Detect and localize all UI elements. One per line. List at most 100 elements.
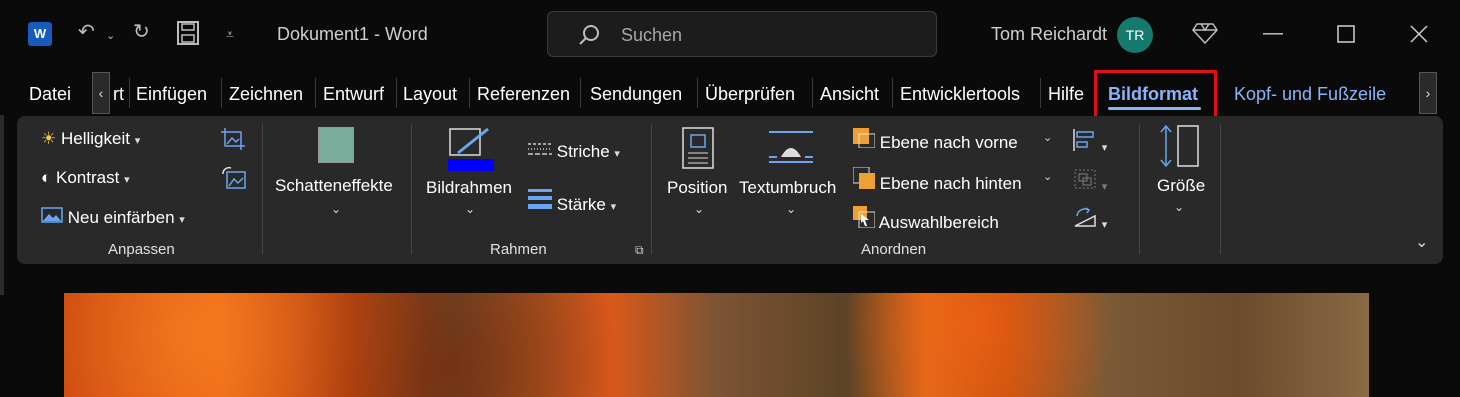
auswahlbereich-label: Auswahlbereich (878, 213, 999, 232)
tab-datei[interactable]: Datei (29, 84, 71, 105)
save-icon[interactable] (177, 21, 199, 49)
chevron-down-icon[interactable]: ⌄ (331, 202, 341, 216)
position-button[interactable]: Position (667, 178, 727, 198)
tab-divider (315, 78, 316, 108)
group-objects-icon[interactable]: ▾ (1073, 168, 1107, 195)
search-box[interactable]: Suchen (547, 11, 937, 57)
tab-kopf-und-fusszeile[interactable]: Kopf- und Fußzeile (1234, 84, 1386, 105)
tab-divider (221, 78, 222, 108)
tab-start-partial[interactable]: rt (113, 84, 124, 105)
user-name[interactable]: Tom Reichardt (991, 24, 1107, 45)
group-divider (1139, 124, 1140, 254)
align-icon[interactable]: ▾ (1073, 129, 1107, 156)
striche-label: Striche (556, 142, 610, 161)
chevron-down-icon: ▾ (614, 148, 620, 160)
groesse-button[interactable]: Größe (1157, 176, 1205, 196)
chevron-down-icon: ▾ (134, 135, 141, 147)
striche-button[interactable]: Striche ▾ (528, 141, 620, 162)
kontrast-button[interactable]: ◐ Kontrast ▾ (41, 168, 130, 188)
chevron-down-icon[interactable]: ⌄ (694, 202, 704, 216)
tab-referenzen[interactable]: Referenzen (477, 84, 570, 105)
tab-divider (396, 78, 397, 108)
tab-hilfe[interactable]: Hilfe (1048, 84, 1084, 105)
neu-einfaerben-label: Neu einfärben (67, 208, 175, 227)
schatteneffekte-button[interactable]: Schatteneffekte (275, 176, 393, 196)
tab-einfuegen[interactable]: Einfügen (136, 84, 207, 105)
neu-einfaerben-button[interactable]: Neu einfärben ▾ (41, 207, 185, 228)
group-label-anpassen: Anpassen (108, 241, 175, 258)
group-divider (262, 124, 263, 254)
chevron-down-icon[interactable]: ⌄ (786, 202, 796, 216)
tab-divider (469, 78, 470, 108)
wrap-text-icon[interactable] (769, 129, 813, 170)
document-picture[interactable] (64, 293, 1369, 397)
tab-zeichnen[interactable]: Zeichnen (229, 84, 303, 105)
tab-divider (129, 78, 130, 108)
chevron-down-icon: ▾ (179, 214, 185, 226)
undo-dropdown-icon[interactable]: ⌄ (106, 26, 115, 46)
group-divider (411, 124, 412, 254)
helligkeit-button[interactable]: ☀ Helligkeit ▾ (41, 129, 140, 149)
minimize-icon[interactable]: — (1263, 22, 1283, 45)
tab-bildformat[interactable]: Bildformat (1108, 84, 1198, 105)
shadow-effects-icon[interactable] (318, 127, 354, 163)
maximize-icon[interactable] (1337, 25, 1355, 48)
textumbruch-button[interactable]: Textumbruch (739, 178, 836, 198)
tab-ueberpruefen[interactable]: Überprüfen (705, 84, 795, 105)
tab-divider (1040, 78, 1041, 108)
dashes-icon (528, 142, 557, 161)
tab-scroll-left-button[interactable]: ‹ (92, 72, 110, 114)
chevron-down-icon: ▾ (1101, 142, 1108, 154)
chevron-down-icon[interactable]: ⌄ (465, 202, 475, 216)
tab-divider (697, 78, 698, 108)
tab-sendungen[interactable]: Sendungen (590, 84, 682, 105)
contrast-icon: ◐ (41, 168, 52, 187)
customize-qat-icon[interactable]: ⩡ (226, 24, 234, 44)
staerke-label: Stärke (556, 195, 606, 214)
position-icon[interactable] (682, 127, 714, 174)
picture-border-icon[interactable] (448, 127, 494, 178)
dialog-launcher-icon[interactable]: ⧉ (635, 243, 644, 258)
redo-icon[interactable]: ↻ (133, 22, 150, 42)
tab-divider (892, 78, 893, 108)
tab-entwurf[interactable]: Entwurf (323, 84, 384, 105)
group-label-anordnen: Anordnen (861, 241, 927, 258)
chevron-down-icon[interactable]: ⌄ (1043, 170, 1052, 183)
chevron-down-icon: ▾ (124, 174, 130, 186)
group-label-rahmen: Rahmen (490, 241, 547, 258)
rotate-icon[interactable]: ▾ (1073, 206, 1107, 233)
ebene-nach-hinten-button[interactable]: Ebene nach hinten (852, 166, 1022, 194)
tab-scroll-right-button[interactable]: › (1419, 72, 1437, 114)
group-divider (651, 124, 652, 254)
chevron-down-icon[interactable]: ⌄ (1174, 200, 1184, 214)
window-title: Dokument1 - Word (277, 24, 428, 44)
tab-entwicklertools[interactable]: Entwicklertools (900, 84, 1020, 105)
chevron-down-icon[interactable]: ⌄ (1043, 131, 1052, 144)
ebene-nach-hinten-label: Ebene nach hinten (879, 174, 1022, 193)
change-picture-icon[interactable] (221, 166, 247, 195)
chevron-down-icon: ▾ (1101, 219, 1108, 231)
ebene-nach-vorne-button[interactable]: Ebene nach vorne (853, 128, 1018, 153)
staerke-button[interactable]: Stärke ▾ (528, 188, 616, 215)
word-logo-icon: W (28, 22, 52, 46)
auswahlbereich-button[interactable]: Auswahlbereich (853, 206, 999, 233)
kontrast-label: Kontrast (56, 168, 120, 187)
avatar[interactable]: TR (1117, 17, 1153, 53)
search-icon (578, 24, 600, 51)
bildrahmen-button[interactable]: Bildrahmen (426, 178, 512, 198)
ribbon-tabs: Datei ‹ rt Einfügen Zeichnen Entwurf Lay… (0, 70, 1460, 121)
selection-pane-icon (853, 206, 879, 232)
chevron-down-icon: ▾ (610, 201, 617, 213)
tab-ansicht[interactable]: Ansicht (820, 84, 879, 105)
tab-divider (580, 78, 581, 108)
diamond-icon[interactable] (1192, 22, 1218, 48)
active-tab-underline (1108, 107, 1201, 110)
helligkeit-label: Helligkeit (60, 129, 130, 148)
undo-icon[interactable]: ↶ (78, 22, 95, 42)
chevron-down-icon: ▾ (1101, 181, 1108, 193)
size-icon[interactable] (1158, 124, 1202, 173)
compress-pictures-icon[interactable] (221, 128, 245, 155)
close-icon[interactable] (1410, 25, 1428, 48)
collapse-ribbon-icon[interactable]: ⌄ (1415, 232, 1428, 252)
tab-layout[interactable]: Layout (403, 84, 457, 105)
